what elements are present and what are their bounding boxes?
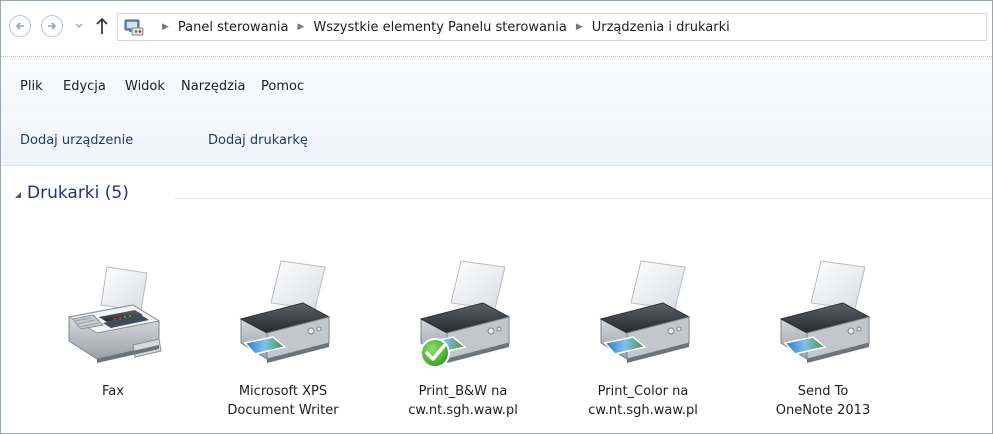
device-label-line: cw.nt.sgh.waw.pl — [408, 403, 518, 418]
address-bar: ▶ Panel sterowania ▶ Wszystkie elementy … — [1, 1, 992, 56]
printer-icon — [419, 260, 511, 368]
breadcrumb: ▶ Panel sterowania ▶ Wszystkie elementy … — [153, 14, 730, 40]
menu-file[interactable]: Plik — [20, 79, 43, 94]
breadcrumb-devices-printers[interactable]: Urządzenia i drukarki — [592, 20, 730, 35]
add-device-button[interactable]: Dodaj urządzenie — [20, 133, 133, 148]
device-label: Fax — [38, 382, 188, 401]
group-title: Drukarki (5) — [27, 183, 129, 203]
device-label: Send To OneNote 2013 — [748, 382, 898, 420]
device-fax[interactable]: Fax — [38, 259, 188, 429]
device-label-line: Send To — [797, 384, 849, 399]
menu-bar: Plik Edycja Widok Narzędzia Pomoc — [1, 56, 992, 114]
default-check-icon — [420, 338, 450, 368]
add-printer-button[interactable]: Dodaj drukarkę — [208, 133, 308, 148]
back-arrow-icon — [15, 22, 24, 30]
fax-icon — [67, 266, 162, 363]
device-label-line: Print_B&W na — [418, 384, 508, 399]
back-button[interactable] — [9, 15, 31, 37]
menu-view[interactable]: Widok — [125, 79, 165, 94]
breadcrumb-control-panel[interactable]: Panel sterowania — [178, 20, 289, 35]
device-label: Microsoft XPS Document Writer — [208, 382, 358, 420]
device-send-to-onenote[interactable]: Send To OneNote 2013 — [748, 259, 898, 429]
printer-icon — [599, 260, 691, 363]
forward-button[interactable] — [41, 15, 63, 37]
breadcrumb-separator-icon[interactable]: ▶ — [576, 22, 583, 32]
address-field[interactable]: ▶ Panel sterowania ▶ Wszystkie elementy … — [117, 13, 987, 41]
chevron-down-icon[interactable] — [75, 23, 83, 29]
up-arrow-icon[interactable] — [95, 16, 109, 36]
device-label-line: Document Writer — [227, 403, 339, 418]
device-label-line: Fax — [102, 384, 124, 399]
device-label: Print_B&W na cw.nt.sgh.waw.pl — [388, 382, 538, 420]
device-print-bw[interactable]: Print_B&W na cw.nt.sgh.waw.pl — [388, 259, 538, 429]
device-label-line: cw.nt.sgh.waw.pl — [588, 403, 698, 418]
printer-icon — [779, 260, 871, 363]
control-panel-icon — [124, 19, 144, 36]
breadcrumb-separator-icon: ▶ — [162, 22, 169, 32]
menu-help[interactable]: Pomoc — [261, 79, 304, 94]
menu-edit[interactable]: Edycja — [63, 79, 106, 94]
device-print-color[interactable]: Print_Color na cw.nt.sgh.waw.pl — [568, 259, 718, 429]
printer-icon — [239, 260, 331, 363]
device-label-line: Print_Color na — [597, 384, 689, 399]
device-xps-writer[interactable]: Microsoft XPS Document Writer — [208, 259, 358, 429]
devices-and-printers-window: ▶ Panel sterowania ▶ Wszystkie elementy … — [0, 0, 993, 434]
printers-group-header[interactable]: Drukarki (5) — [1, 181, 992, 209]
menu-tools[interactable]: Narzędzia — [181, 79, 246, 94]
breadcrumb-all-items[interactable]: Wszystkie elementy Panelu sterowania — [313, 20, 566, 35]
device-label: Print_Color na cw.nt.sgh.waw.pl — [568, 382, 718, 420]
device-label-line: OneNote 2013 — [775, 403, 871, 418]
collapse-triangle-icon[interactable] — [13, 190, 23, 200]
forward-arrow-icon — [48, 22, 57, 30]
group-divider — [175, 198, 992, 199]
command-bar: Dodaj urządzenie Dodaj drukarkę — [1, 113, 992, 166]
breadcrumb-separator-icon[interactable]: ▶ — [297, 22, 304, 32]
device-label-line: Microsoft XPS — [238, 384, 328, 399]
